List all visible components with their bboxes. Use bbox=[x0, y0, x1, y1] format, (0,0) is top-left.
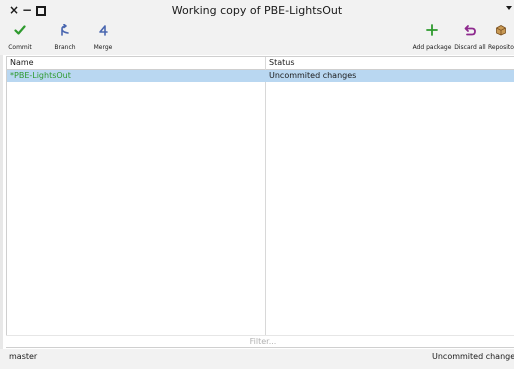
table-row[interactable]: *PBE-LightsOut Uncommited changes bbox=[7, 70, 514, 82]
merge-icon bbox=[92, 24, 114, 44]
column-header-status[interactable]: Status bbox=[269, 57, 295, 69]
window-titlebar: × − Working copy of PBE-LightsOut bbox=[0, 0, 514, 22]
changes-status: Uncommited change bbox=[432, 352, 514, 361]
discard-all-button[interactable]: Discard all bbox=[453, 22, 487, 55]
package-name-cell[interactable]: *PBE-LightsOut bbox=[10, 70, 71, 82]
undo-icon bbox=[453, 24, 487, 44]
repositories-button[interactable]: Repositor bbox=[488, 22, 514, 55]
checkmark-icon bbox=[8, 24, 32, 44]
commit-label: Commit bbox=[8, 44, 32, 51]
add-package-label: Add package bbox=[412, 44, 452, 51]
merge-label: Merge bbox=[93, 44, 113, 51]
filter-input[interactable] bbox=[6, 335, 514, 347]
repositories-label: Repositor bbox=[488, 44, 514, 51]
plus-icon bbox=[412, 24, 452, 44]
package-table: Name Status *PBE-LightsOut Uncommited ch… bbox=[6, 56, 514, 348]
window-left-edge bbox=[0, 22, 3, 354]
branch-label: Branch bbox=[54, 44, 76, 51]
menu-icon[interactable] bbox=[506, 6, 512, 10]
column-separator[interactable] bbox=[265, 57, 266, 347]
toolbar: Commit Branch Merge Add package Discard … bbox=[0, 22, 514, 55]
branch-button[interactable]: Branch bbox=[52, 22, 78, 55]
discard-all-label: Discard all bbox=[454, 44, 486, 51]
box-icon bbox=[488, 24, 514, 44]
add-package-button[interactable]: Add package bbox=[412, 22, 452, 55]
status-bar: master Uncommited change bbox=[0, 349, 514, 369]
window-title: Working copy of PBE-LightsOut bbox=[171, 4, 343, 17]
commit-button[interactable]: Commit bbox=[8, 22, 32, 55]
column-header-name[interactable]: Name bbox=[10, 57, 34, 69]
table-header: Name Status bbox=[7, 57, 514, 70]
merge-button[interactable]: Merge bbox=[92, 22, 114, 55]
branch-status: master bbox=[9, 352, 38, 361]
package-status-cell[interactable]: Uncommited changes bbox=[269, 70, 356, 82]
branch-icon bbox=[52, 24, 78, 44]
